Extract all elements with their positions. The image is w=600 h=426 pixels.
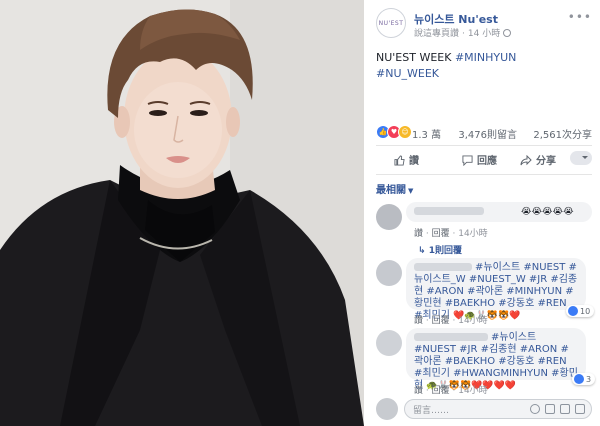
- comment-like-count: 10: [580, 307, 591, 316]
- thumbs-up-icon: [394, 155, 405, 166]
- like-icon: [574, 374, 584, 384]
- comment-button[interactable]: 回應: [462, 152, 497, 167]
- person-portrait-image: [0, 0, 364, 426]
- comment-time[interactable]: 14小時: [458, 386, 487, 396]
- post-text-plain: NU'EST WEEK: [376, 51, 455, 64]
- like-label: 讚: [409, 156, 419, 167]
- comment-reply-link[interactable]: 回覆: [432, 229, 450, 239]
- view-replies-link[interactable]: ↳ 1則回覆: [418, 243, 462, 256]
- hashtag-nu-week[interactable]: #NU_WEEK: [376, 67, 439, 80]
- comment-meta: 讚 · 回覆 · 14小時: [414, 316, 488, 326]
- caret-down-icon: ▼: [408, 187, 414, 195]
- hashtag-minhyun[interactable]: #MINHYUN: [455, 51, 516, 64]
- like-button[interactable]: 讚: [394, 152, 419, 167]
- comment-text: 😭😭😭😭😭: [521, 207, 574, 217]
- comment-like-badge[interactable]: 10: [566, 305, 595, 317]
- comment-filter-dropdown[interactable]: 最相關 ▼: [376, 181, 413, 196]
- comment-meta: 讚 · 回覆 · 14小時: [414, 229, 488, 239]
- gif-icon[interactable]: [560, 404, 570, 414]
- comment-composer: 留言……: [376, 398, 592, 420]
- commenter-avatar[interactable]: [376, 260, 402, 286]
- current-user-avatar: [376, 398, 398, 420]
- like-icon: [568, 306, 578, 316]
- comment-like-link[interactable]: 讚: [414, 229, 423, 239]
- share-arrow-icon: [520, 154, 532, 166]
- comment-label: 回應: [477, 156, 497, 167]
- post-subtitle: 說這專頁讚 · 14 小時: [414, 26, 512, 39]
- commenter-avatar[interactable]: [376, 204, 402, 230]
- emoji-icon[interactable]: [530, 404, 540, 414]
- commenter-avatar[interactable]: [376, 330, 402, 356]
- page-name-link[interactable]: 뉴이스트 Nu'est: [414, 11, 498, 27]
- post-panel: NU'EST 뉴이스트 Nu'est 說這專頁讚 · 14 小時 ••• NU'ES…: [364, 0, 600, 426]
- comment-bubble-icon: [462, 155, 473, 167]
- separator-dot: ·: [462, 29, 465, 39]
- post-header: NU'EST 뉴이스트 Nu'est 說這專頁讚 · 14 小時 •••: [376, 8, 596, 42]
- liked-page-label: 說這專頁讚: [414, 29, 460, 39]
- comment-bubble: #뉴이스트 #NUEST #JR #김종현 #ARON #곽아론 #BAEKHO…: [406, 328, 586, 391]
- share-button[interactable]: 分享: [520, 152, 556, 167]
- post-time[interactable]: 14 小時: [468, 29, 500, 39]
- post-actions: 讚 回應 分享: [376, 148, 592, 172]
- comment-meta: 讚 · 回覆 · 14小時: [414, 386, 488, 396]
- comment-reply-link[interactable]: 回覆: [432, 316, 450, 326]
- divider: [376, 145, 592, 146]
- commenter-name-blurred[interactable]: [414, 207, 484, 215]
- comment-bubble: 😭😭😭😭😭: [406, 202, 592, 222]
- comment-like-count: 3: [586, 375, 592, 384]
- page-avatar[interactable]: NU'EST: [376, 8, 406, 38]
- comment-placeholder: 留言……: [413, 406, 450, 416]
- comment-time[interactable]: 14小時: [458, 229, 487, 239]
- comment-like-link[interactable]: 讚: [414, 316, 423, 326]
- post-text: NU'EST WEEK #MINHYUN #NU_WEEK: [376, 50, 591, 82]
- camera-icon[interactable]: [545, 404, 555, 414]
- reaction-icons[interactable]: 👍 ♥ ☺: [376, 125, 412, 139]
- comment-input[interactable]: 留言……: [404, 399, 592, 419]
- comment-filter-label: 最相關: [376, 185, 406, 196]
- comment-time[interactable]: 14小時: [458, 316, 487, 326]
- post-photo[interactable]: [0, 0, 364, 426]
- comment-count[interactable]: 3,476則留言: [458, 126, 517, 141]
- audience-selector[interactable]: [570, 151, 592, 165]
- post-stats: 👍 ♥ ☺ 1.3 萬 3,476則留言 2,561次分享: [376, 124, 592, 141]
- globe-icon: [503, 29, 512, 37]
- reply-count: 1則回覆: [428, 246, 462, 256]
- comment-bubble: #뉴이스트 #NUEST #뉴이스트_W #NUEST_W #JR #김종현 #…: [406, 258, 586, 321]
- ellipsis-icon[interactable]: •••: [568, 10, 592, 24]
- reply-arrow-icon: ↳: [418, 246, 429, 256]
- sticker-icon[interactable]: [575, 404, 585, 414]
- commenter-name-blurred[interactable]: [414, 333, 488, 341]
- share-count[interactable]: 2,561次分享: [533, 126, 592, 141]
- comment-reply-link[interactable]: 回覆: [432, 386, 450, 396]
- divider: [376, 174, 592, 175]
- commenter-name-blurred[interactable]: [414, 263, 472, 271]
- haha-reaction-icon: ☺: [398, 125, 412, 139]
- composer-icons: [530, 404, 585, 414]
- comment-like-link[interactable]: 讚: [414, 386, 423, 396]
- comment-like-badge[interactable]: 3: [572, 373, 596, 385]
- reaction-count[interactable]: 1.3 萬: [412, 126, 441, 141]
- share-label: 分享: [536, 156, 556, 167]
- avatar-logo-text: NU'EST: [378, 19, 404, 27]
